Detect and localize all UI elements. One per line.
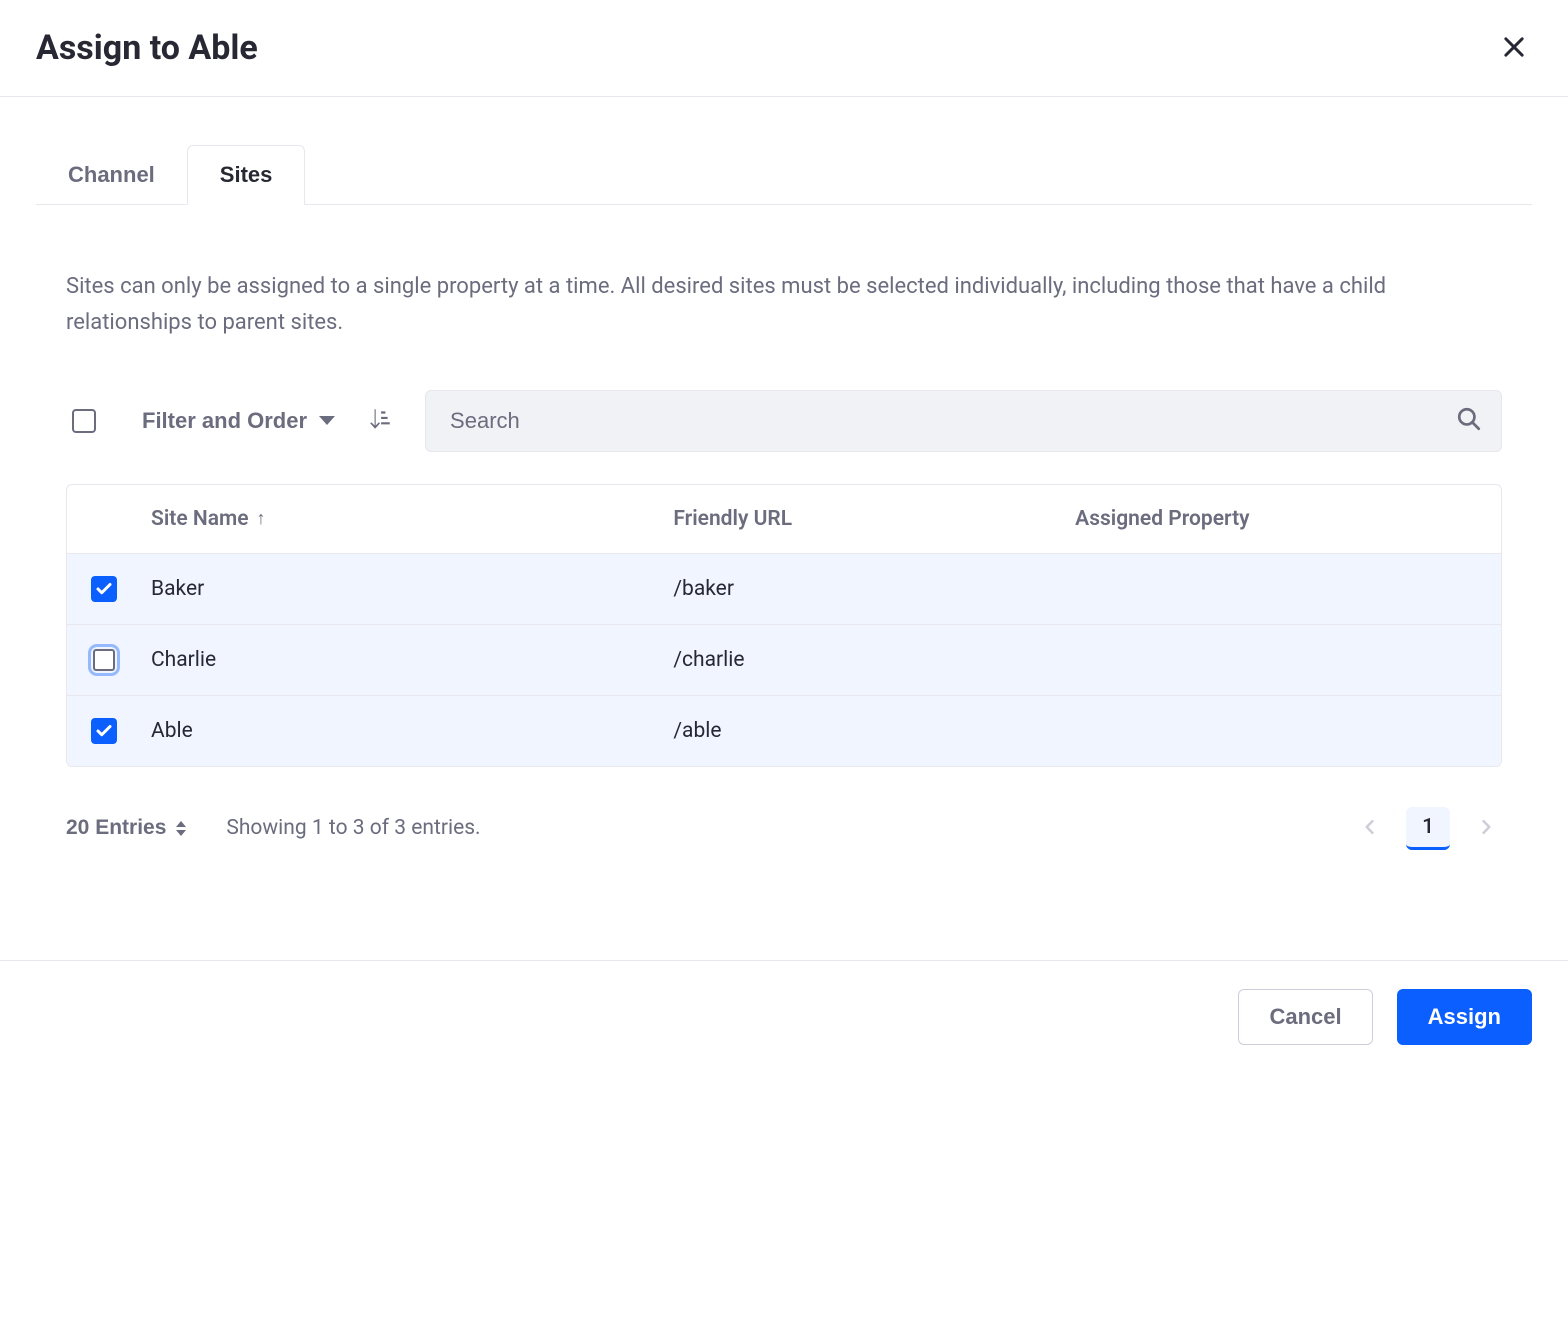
sort-icon	[176, 821, 186, 836]
tab-channel[interactable]: Channel	[36, 145, 187, 204]
prev-page-button[interactable]	[1354, 811, 1386, 846]
sites-table: Site Name ↑ Friendly URL Assigned Proper…	[66, 484, 1502, 767]
toolbar: Filter and Order	[66, 390, 1502, 452]
table-header: Site Name ↑ Friendly URL Assigned Proper…	[67, 485, 1501, 554]
chevron-down-icon	[319, 416, 335, 425]
pagination: 20 Entries Showing 1 to 3 of 3 entries. …	[66, 807, 1502, 850]
table-row[interactable]: Charlie /charlie	[67, 625, 1501, 696]
select-all-checkbox[interactable]	[72, 409, 96, 433]
dialog-title: Assign to Able	[36, 28, 258, 68]
cell-site-name: Able	[151, 719, 673, 743]
column-assigned-property[interactable]: Assigned Property	[1075, 507, 1477, 531]
search-wrapper	[425, 390, 1502, 452]
dialog-header: Assign to Able	[0, 0, 1568, 97]
cell-friendly-url: /able	[673, 719, 1075, 743]
close-icon	[1500, 33, 1528, 64]
cell-site-name: Baker	[151, 577, 673, 601]
cell-friendly-url: /charlie	[673, 648, 1075, 672]
row-checkbox[interactable]	[91, 647, 117, 673]
next-page-button[interactable]	[1470, 811, 1502, 846]
search-icon	[1456, 406, 1482, 436]
entries-label: 20 Entries	[66, 816, 166, 840]
sort-asc-icon: ↑	[257, 508, 266, 529]
table-row[interactable]: Baker /baker	[67, 554, 1501, 625]
tab-sites[interactable]: Sites	[187, 145, 306, 205]
dialog: Assign to Able Channel Sites Sites can o…	[0, 0, 1568, 1073]
cancel-button[interactable]: Cancel	[1238, 989, 1372, 1045]
showing-text: Showing 1 to 3 of 3 entries.	[226, 816, 480, 840]
chevron-right-icon	[1476, 817, 1496, 840]
row-checkbox[interactable]	[91, 718, 117, 744]
column-friendly-url[interactable]: Friendly URL	[673, 507, 1075, 531]
table-row[interactable]: Able /able	[67, 696, 1501, 766]
sort-icon	[367, 406, 393, 435]
row-checkbox[interactable]	[91, 576, 117, 602]
tabs: Channel Sites	[36, 145, 1532, 205]
current-page[interactable]: 1	[1406, 807, 1450, 850]
dialog-body: Channel Sites Sites can only be assigned…	[0, 145, 1568, 850]
filter-order-label: Filter and Order	[142, 408, 307, 434]
sort-toggle-button[interactable]	[363, 402, 397, 439]
column-site-name-label: Site Name	[151, 507, 249, 531]
search-input[interactable]	[425, 390, 1502, 452]
description-text: Sites can only be assigned to a single p…	[66, 269, 1502, 342]
column-site-name[interactable]: Site Name ↑	[151, 507, 673, 531]
cell-site-name: Charlie	[151, 648, 673, 672]
dialog-footer: Cancel Assign	[0, 960, 1568, 1073]
filter-order-button[interactable]: Filter and Order	[142, 408, 335, 434]
column-checkbox	[91, 507, 151, 531]
close-button[interactable]	[1496, 29, 1532, 68]
entries-per-page-button[interactable]: 20 Entries	[66, 816, 186, 840]
chevron-left-icon	[1360, 817, 1380, 840]
cell-friendly-url: /baker	[673, 577, 1075, 601]
assign-button[interactable]: Assign	[1397, 989, 1532, 1045]
pager: 1	[1354, 807, 1502, 850]
